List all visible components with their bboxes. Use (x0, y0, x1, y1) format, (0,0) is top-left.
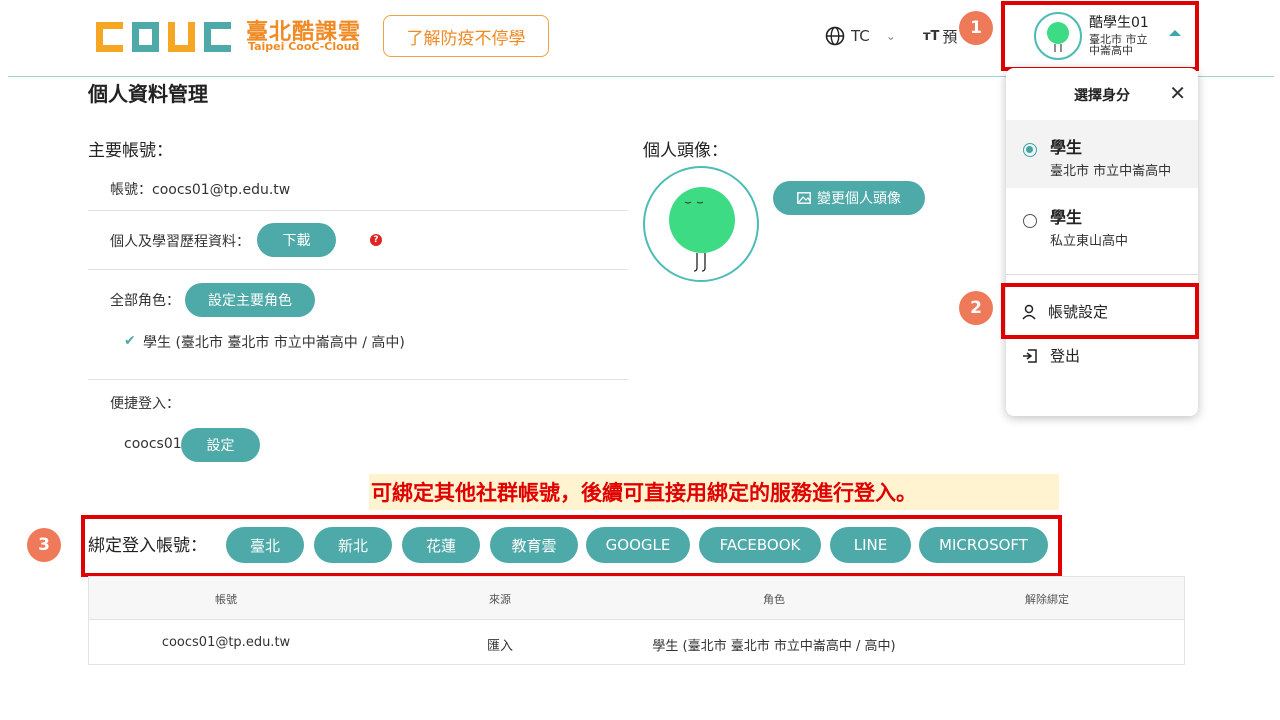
step-badge-1: 1 (959, 11, 993, 45)
bind-hualien-button[interactable]: 花蓮 (402, 527, 480, 563)
avatar-character-icon (1047, 22, 1069, 52)
check-icon: ✔ (124, 333, 136, 349)
avatar-label: 個人頭像： (643, 141, 728, 161)
bind-new-taipei-button[interactable]: 新北 (314, 527, 392, 563)
step-badge-3: 3 (27, 528, 61, 562)
bind-google-button[interactable]: GOOGLE (586, 527, 690, 563)
change-avatar-button[interactable]: 變更個人頭像 (773, 181, 925, 215)
font-size-label: 預 (942, 28, 958, 46)
top-header: 臺北酷課雲 Taipei CooC-Cloud 了解防疫不停學 TC ⌄ ᴛT … (0, 0, 1280, 76)
logo-block-icon (132, 22, 159, 52)
download-button[interactable]: 下載 (257, 223, 336, 257)
user-school: 臺北市 市立中崙高中 (1089, 33, 1148, 57)
chevron-down-icon: ⌄ (885, 29, 896, 43)
column-header-role: 角色 (763, 593, 785, 606)
table-cell-source: 匯入 (486, 639, 514, 654)
logo-subtext: Taipei CooC-Cloud (248, 40, 360, 53)
bind-facebook-button[interactable]: FACEBOOK (699, 527, 821, 563)
user-name[interactable]: 酷學生01 (1089, 12, 1149, 32)
account-settings-highlight (1001, 283, 1199, 339)
all-roles-label: 全部角色： (110, 293, 180, 309)
radio-unselected-icon[interactable] (1023, 214, 1037, 228)
identity-dropdown: 選擇身分 ✕ 學生 臺北市 市立中崙高中 學生 私立東山高中 帳號設定 登出 (1006, 68, 1198, 416)
logout-icon (1023, 348, 1037, 363)
logo-block-icon (96, 22, 123, 52)
binding-notice: 可綁定其他社群帳號，後續可直接用綁定的服務進行登入。 (369, 474, 1059, 510)
caret-up-icon[interactable] (1169, 30, 1181, 36)
set-primary-role-button[interactable]: 設定主要角色 (185, 283, 315, 317)
bind-microsoft-button[interactable]: MICROSOFT (919, 527, 1048, 563)
image-icon (797, 192, 811, 204)
bind-edu-cloud-button[interactable]: 教育雲 (490, 527, 578, 563)
logout-label: 登出 (1050, 347, 1081, 365)
help-icon[interactable]: ? (370, 234, 382, 246)
language-label: TC (851, 27, 870, 45)
page-title: 個人資料管理 (88, 82, 208, 106)
table-cell-role: 學生 (臺北市 臺北市 市立中崙高中 / 高中) (652, 639, 896, 654)
quick-login-label: 便捷登入： (110, 396, 180, 412)
table-cell-account: coocs01@tp.edu.tw (161, 635, 291, 650)
binding-label: 綁定登入帳號： (88, 536, 207, 556)
bind-taipei-button[interactable]: 臺北 (226, 527, 304, 563)
font-size-selector[interactable]: ᴛT 預 (923, 26, 957, 47)
logo-block-icon (204, 22, 231, 52)
column-header-account: 帳號 (215, 593, 237, 606)
primary-account-label: 主要帳號： (88, 141, 173, 161)
divider (88, 210, 628, 211)
logo-block-icon (168, 22, 195, 52)
quick-login-account: coocs01 (124, 436, 182, 452)
identity-school: 私立東山高中 (1050, 234, 1129, 249)
font-size-icon: ᴛT (923, 29, 940, 44)
divider (88, 269, 628, 270)
profile-avatar (643, 166, 759, 282)
avatar-character-icon (669, 187, 735, 272)
close-icon[interactable]: ✕ (1169, 81, 1186, 105)
identity-item[interactable]: 學生 臺北市 市立中崙高中 (1006, 120, 1198, 188)
table-header: 帳號 來源 角色 解除綁定 (89, 577, 1184, 620)
dropdown-divider (1006, 274, 1198, 275)
column-header-unbind: 解除綁定 (1025, 593, 1069, 606)
divider (88, 379, 628, 380)
radio-selected-icon[interactable] (1023, 143, 1037, 157)
promo-button[interactable]: 了解防疫不停學 (383, 15, 549, 57)
identity-item[interactable]: 學生 私立東山高中 (1006, 188, 1198, 256)
step-badge-2: 2 (959, 291, 993, 325)
identity-role: 學生 (1050, 208, 1083, 227)
identity-school: 臺北市 市立中崙高中 (1050, 164, 1172, 179)
language-selector[interactable]: TC ⌄ (825, 24, 896, 48)
logout-item[interactable]: 登出 (1022, 345, 1080, 366)
bound-accounts-table: 帳號 來源 角色 解除綁定 coocs01@tp.edu.tw 匯入 學生 (臺… (88, 576, 1185, 665)
bind-line-button[interactable]: LINE (830, 527, 911, 563)
avatar[interactable] (1034, 12, 1082, 60)
account-line: 帳號：coocs01@tp.edu.tw (110, 182, 291, 198)
change-avatar-label: 變更個人頭像 (817, 191, 901, 207)
role-entry: 學生 (臺北市 臺北市 市立中崙高中 / 高中) (143, 335, 405, 351)
learning-data-label: 個人及學習歷程資料： (110, 234, 250, 250)
column-header-source: 來源 (489, 593, 511, 606)
globe-icon (825, 26, 845, 46)
identity-role: 學生 (1050, 138, 1083, 157)
quick-login-set-button[interactable]: 設定 (181, 428, 260, 462)
